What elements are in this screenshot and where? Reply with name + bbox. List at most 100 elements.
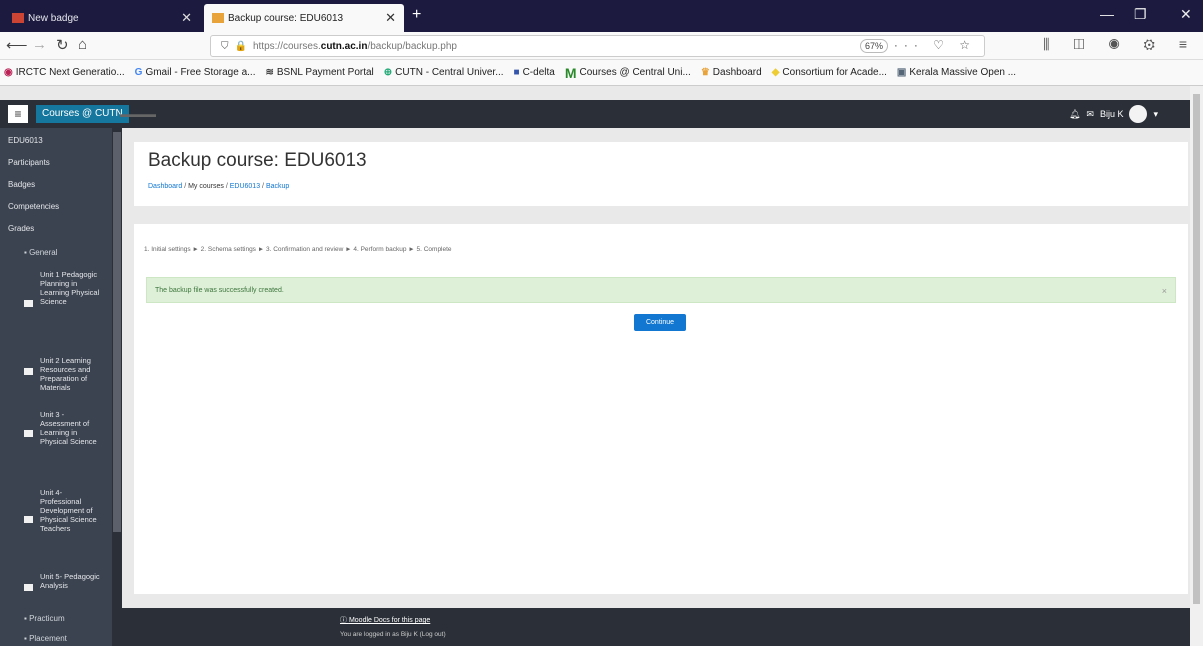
window-close-icon[interactable]: ✕ [1180,6,1192,23]
chevron-down-icon: ▾ [1153,108,1158,119]
sidebar-section-unit4[interactable]: Unit 4- Professional Development of Phys… [40,488,104,533]
bookmark-dashboard[interactable]: ♛ Dashboard [701,67,762,78]
bookmark-icon: ◆ [771,67,780,78]
new-tab-plus-icon[interactable]: + [412,6,421,24]
site-menu[interactable]: ▬▬▬▬ [120,109,156,119]
page-scrollbar[interactable] [1190,86,1203,646]
bookmark-label: CUTN - Central Univer... [395,67,504,78]
sidebar-section-unit1[interactable]: Unit 1 Pedagogic Planning in Learning Ph… [40,270,104,306]
sidebar-item-placement[interactable]: ▪ Placement [24,634,67,643]
moodle-m-icon: M [564,64,577,81]
folder-icon [24,584,33,591]
bookmark-label: Kerala Massive Open ... [909,67,1017,78]
logged-in-info: You are logged in as Biju K (Log out) [340,631,446,638]
sidebar-scrollbar[interactable] [112,128,122,646]
breadcrumb-backup[interactable]: Backup [266,183,289,190]
info-icon: ⓘ [340,617,349,624]
bookmark-label: Courses @ Central Uni... [579,67,691,78]
zoom-level[interactable]: 67% [859,39,888,53]
alert-message: The backup file was successfully created… [155,286,284,294]
tab-title: New badge [28,12,79,24]
url-domain: cutn.ac.in [320,40,368,52]
bookmark-label: BSNL Payment Portal [276,67,374,78]
lock-icon: 🔒 [234,40,247,52]
bookmark-icon: ≋ [265,67,274,78]
sidebar-item-badges[interactable]: Badges [8,180,104,190]
course-sidebar: EDU6013 Participants Badges Competencies… [0,128,122,646]
tab-backup-course[interactable]: Backup course: EDU6013 ✕ [204,4,404,32]
bookmark-icon: ◉ [4,67,13,78]
backup-steps: 1. Initial settings ► 2. Schema settings… [144,246,452,253]
sidebar-section-unit5[interactable]: Unit 5- Pedagogic Analysis [40,572,104,590]
sidebar-item-label: Practicum [29,614,65,623]
page-footer [122,608,1190,646]
toolbar-icons[interactable]: ⫼ ◫ ◉ ⚙ ≡ [1043,36,1197,53]
close-icon[interactable]: ✕ [181,10,192,26]
moodle-favicon [212,13,224,23]
sidebar-item-general[interactable]: ▪ General [24,248,58,257]
bookmark-bsnl[interactable]: ≋ BSNL Payment Portal [265,67,373,78]
bookmark-label: IRCTC Next Generatio... [15,67,125,78]
home-icon[interactable]: ⌂ [78,36,87,53]
bookmark-icon: ■ [513,67,520,78]
bookmark-cutn[interactable]: ⊕ CUTN - Central Univer... [384,67,504,78]
maximize-icon[interactable]: ❐ [1134,6,1147,23]
site-favicon [12,13,24,23]
scrollbar-thumb[interactable] [1193,94,1200,604]
avatar[interactable] [1129,105,1148,123]
folder-icon [24,368,33,375]
moodle-navbar: ≡ Courses @ CUTN ▬▬▬▬ 🔔︎ ✉ Biju K ▾ [0,100,1190,128]
sidebar-item-course[interactable]: EDU6013 [8,136,104,146]
folder-icon [24,430,33,437]
browser-tab-strip: New badge ✕ Backup course: EDU6013 ✕ + —… [0,0,1203,32]
google-icon: G [134,67,143,78]
shield-icon: ⛉ [221,40,229,52]
url-prefix: https://courses. [252,40,321,52]
close-icon[interactable]: × [1162,286,1167,296]
page-actions-icon[interactable]: ··· ♡ ☆ [894,38,976,52]
docs-link-label: Moodle Docs for this page [348,617,431,624]
bookmark-courses[interactable]: M Courses @ Central Uni... [565,65,691,81]
sidebar-item-label: General [29,248,58,257]
bookmark-label: Consortium for Acade... [782,67,887,78]
tab-new-badge[interactable]: New badge ✕ [4,4,200,32]
forward-arrow-icon[interactable]: → [32,36,47,53]
breadcrumb: Dashboard / My courses / EDU6013 / Backu… [148,183,290,190]
url-bar[interactable]: ⛉ 🔒 https://courses. cutn.ac.in/backup/ba… [210,35,985,57]
sidebar-item-grades[interactable]: Grades [8,224,104,234]
sidebar-item-label: Placement [29,634,67,643]
user-menu[interactable]: 🔔︎ ✉ Biju K ▾ [1069,105,1158,123]
url-path: /backup/backup.php [367,40,457,52]
sidebar-section-unit3[interactable]: Unit 3 - Assessment of Learning in Physi… [40,410,104,446]
scrollbar-thumb[interactable] [113,132,121,532]
sidebar-item-competencies[interactable]: Competencies [8,202,104,212]
bookmark-irctc[interactable]: ◉ IRCTC Next Generatio... [4,67,125,78]
breadcrumb-course[interactable]: EDU6013 [230,183,260,190]
bookmark-icon: ▣ [896,67,907,78]
bookmark-consortium[interactable]: ◆ Consortium for Acade... [772,67,887,78]
success-alert: The backup file was successfully created… [146,277,1176,303]
back-arrow-icon[interactable]: ⟵ [6,36,28,54]
folder-icon [24,300,33,307]
sidebar-section-unit2[interactable]: Unit 2 Learning Resources and Preparatio… [40,356,104,392]
moodle-docs-link[interactable]: ⓘ Moodle Docs for this page [340,615,430,625]
reload-icon[interactable]: ↻ [56,36,69,54]
bookmark-kerala[interactable]: ▣ Kerala Massive Open ... [897,67,1016,78]
notification-bell-icon[interactable]: 🔔︎ [1069,109,1080,120]
messages-icon[interactable]: ✉ [1086,109,1094,120]
site-brand[interactable]: Courses @ CUTN [36,105,129,123]
menu-hamburger-icon[interactable]: ≡ [8,105,28,123]
bookmark-label: C-delta [522,67,555,78]
close-icon[interactable]: ✕ [385,10,396,26]
bookmarks-bar: ◉ IRCTC Next Generatio... G Gmail - Free S… [0,60,1203,86]
breadcrumb-my-courses[interactable]: My courses [188,183,224,190]
sidebar-item-participants[interactable]: Participants [8,158,104,168]
breadcrumb-dashboard[interactable]: Dashboard [148,183,182,190]
sidebar-item-practicum[interactable]: ▪ Practicum [24,614,65,623]
folder-icon [24,516,33,523]
continue-button[interactable]: Continue [634,314,686,331]
tab-title: Backup course: EDU6013 [228,12,344,24]
minimize-icon[interactable]: — [1100,6,1114,22]
bookmark-gmail[interactable]: G Gmail - Free Storage a... [135,67,256,78]
bookmark-cdelta[interactable]: ■ C-delta [514,67,555,78]
